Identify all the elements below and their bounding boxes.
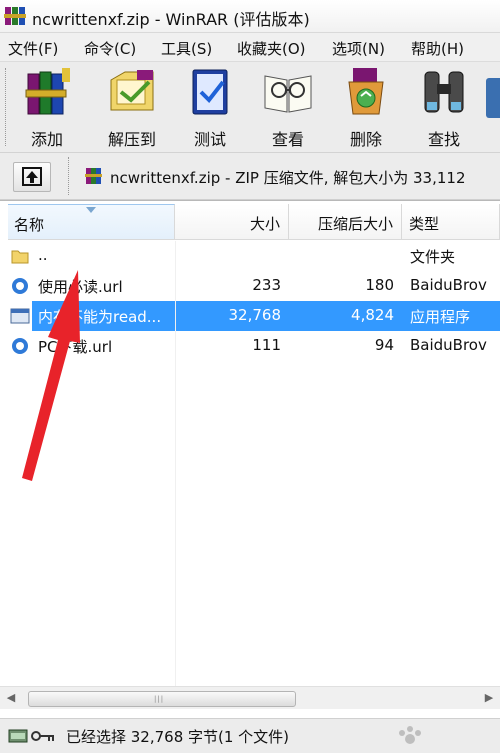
- view-button-label: 查看: [271, 130, 304, 149]
- window-title: ncwrittenxf.zip - WinRAR (评估版本): [32, 10, 310, 29]
- menu-commands[interactable]: 命令(C): [84, 38, 136, 59]
- toolbar-grip[interactable]: [5, 68, 9, 146]
- toolbar: 添加 解压到 测试 查看 删除 查找: [0, 62, 500, 153]
- file-packed-size: 4,824: [351, 306, 394, 324]
- file-row[interactable]: .. 文件夹: [0, 241, 500, 271]
- column-header-type-label: 类型: [409, 215, 440, 233]
- up-one-level-icon: [22, 167, 42, 186]
- column-header-packed-label: 压缩后大小: [317, 215, 393, 233]
- add-button-label: 添加: [30, 130, 63, 149]
- file-type: 文件夹: [410, 248, 456, 266]
- view-icon: [264, 75, 312, 113]
- scroll-right-icon[interactable]: ▶: [478, 687, 500, 709]
- column-header-name[interactable]: 名称: [8, 204, 175, 240]
- test-icon: [192, 69, 228, 115]
- view-button[interactable]: 查看: [253, 66, 323, 149]
- winrar-books-icon: [4, 7, 26, 25]
- scroll-left-icon[interactable]: ◀: [0, 687, 22, 709]
- archive-file-icon: [85, 168, 102, 184]
- column-header-packed[interactable]: 压缩后大小: [289, 204, 402, 240]
- menu-bar: 文件(F) 命令(C) 工具(S) 收藏夹(O) 选项(N) 帮助(H): [0, 33, 500, 62]
- horizontal-scrollbar[interactable]: ◀ ||| ▶: [0, 686, 500, 709]
- add-button[interactable]: 添加: [12, 66, 82, 149]
- file-row[interactable]: 使用必读.url 233 180 BaiduBrov: [0, 271, 500, 301]
- file-size: 111: [252, 336, 281, 354]
- file-type: 应用程序: [410, 308, 471, 326]
- column-header-size[interactable]: 大小: [175, 204, 289, 240]
- drive-key-icon: [8, 729, 54, 743]
- extract-to-button-label: 解压到: [107, 130, 156, 149]
- test-button-label: 测试: [193, 130, 226, 149]
- file-name: 使用必读.url: [38, 278, 123, 296]
- delete-button-label: 删除: [349, 130, 382, 149]
- file-type: BaiduBrov: [410, 336, 487, 354]
- menu-file[interactable]: 文件(F): [8, 38, 58, 59]
- application-icon: [10, 308, 30, 324]
- column-header-name-label: 名称: [14, 216, 45, 234]
- menu-help[interactable]: 帮助(H): [411, 38, 464, 59]
- file-row-selected[interactable]: 内存不能为read... 32,768 4,824 应用程序: [0, 301, 500, 331]
- menu-tools[interactable]: 工具(S): [161, 38, 212, 59]
- add-archive-icon: [25, 68, 70, 115]
- thumb-grip-icon: |||: [154, 695, 165, 703]
- menu-options[interactable]: 选项(N): [332, 38, 385, 59]
- column-header-type[interactable]: 类型: [402, 204, 500, 240]
- file-size: 32,768: [228, 306, 282, 324]
- file-type: BaiduBrov: [410, 276, 487, 294]
- file-packed-size: 180: [365, 276, 394, 294]
- file-name: PC下载.url: [38, 338, 113, 356]
- scrollbar-thumb[interactable]: |||: [28, 691, 296, 707]
- file-row[interactable]: PC下载.url 111 94 BaiduBrov: [0, 331, 500, 361]
- file-list: 名称 大小 压缩后大小 类型 .. 文件夹 使用必读.url 233 180 B…: [0, 200, 500, 714]
- url-shortcut-icon: [12, 278, 28, 294]
- find-button[interactable]: 查找: [409, 66, 479, 149]
- title-bar: ncwrittenxf.zip - WinRAR (评估版本): [0, 0, 500, 33]
- sort-ascending-icon: [86, 207, 96, 213]
- toolbar-overflow-icon[interactable]: [486, 78, 500, 118]
- address-grip: [68, 157, 71, 195]
- find-binoculars-icon: [424, 71, 464, 113]
- archive-path: ncwrittenxf.zip - ZIP 压缩文件, 解包大小为 33,112: [110, 169, 466, 187]
- find-button-label: 查找: [427, 130, 460, 149]
- up-one-level-button[interactable]: [13, 162, 51, 192]
- column-header-size-label: 大小: [249, 215, 280, 233]
- address-bar: ncwrittenxf.zip - ZIP 压缩文件, 解包大小为 33,112: [0, 153, 500, 200]
- file-size: 233: [252, 276, 281, 294]
- extract-to-icon: [110, 70, 154, 111]
- baidu-jingyan-watermark: [399, 726, 421, 744]
- url-shortcut-icon: [12, 338, 28, 354]
- menu-favorites[interactable]: 收藏夹(O): [237, 38, 306, 59]
- status-bar: 已经选择 32,768 字节(1 个文件): [0, 718, 500, 753]
- delete-button[interactable]: 删除: [331, 66, 401, 149]
- test-button[interactable]: 测试: [175, 66, 245, 149]
- file-name: 内存不能为read...: [38, 308, 162, 326]
- folder-icon: [11, 250, 29, 264]
- extract-to-button[interactable]: 解压到: [97, 66, 167, 149]
- column-divider: [175, 241, 176, 686]
- file-name: ..: [38, 246, 48, 264]
- file-packed-size: 94: [374, 336, 394, 354]
- selection-status: 已经选择 32,768 字节(1 个文件): [66, 728, 290, 746]
- delete-icon: [348, 68, 384, 115]
